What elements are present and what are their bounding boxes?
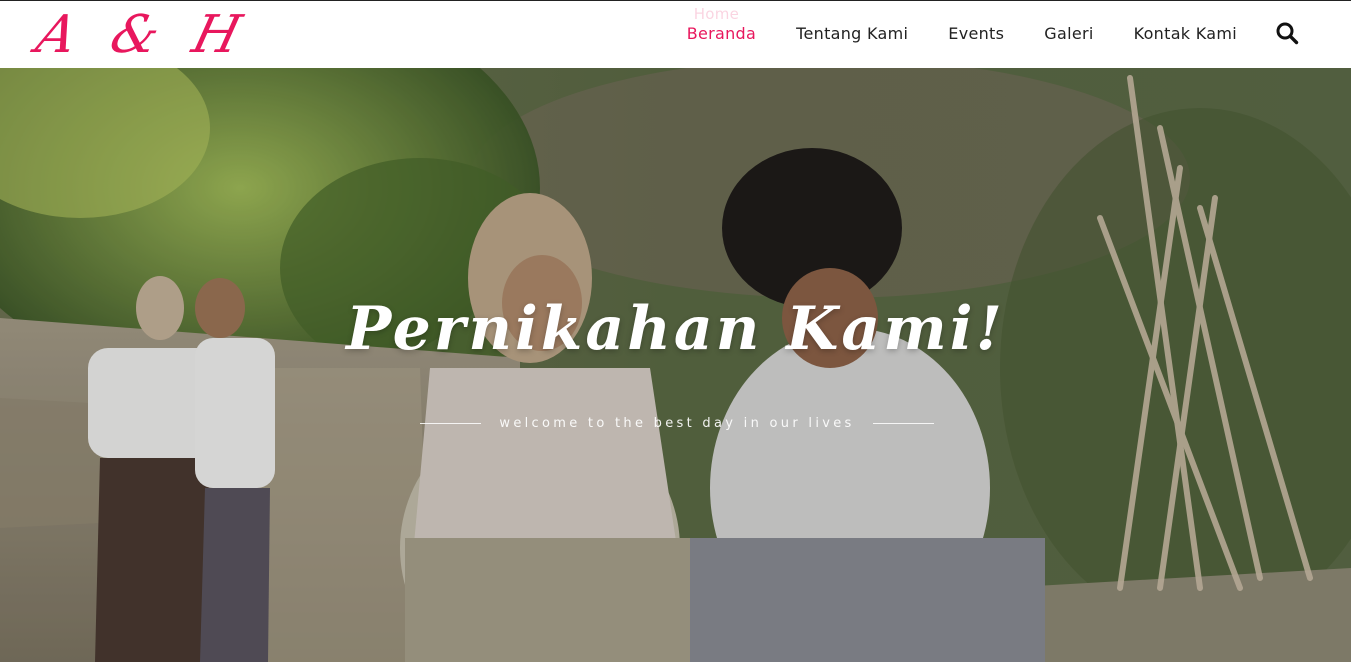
logo-ampersand: & xyxy=(104,5,168,65)
nav-hover-ghost-label: Home xyxy=(693,5,740,23)
logo-letter-h: H xyxy=(186,5,249,65)
main-nav: Home Beranda Tentang Kami Events Galeri … xyxy=(687,1,1237,67)
subtitle-divider-right xyxy=(872,423,935,424)
hero-subtitle-row: welcome to the best day in our lives xyxy=(420,416,935,431)
search-icon xyxy=(1276,22,1299,45)
site-logo[interactable]: A & H xyxy=(31,5,249,65)
nav-item-events[interactable]: Events xyxy=(948,1,1004,67)
nav-item-tentang-kami[interactable]: Tentang Kami xyxy=(796,1,908,67)
nav-item-galeri[interactable]: Galeri xyxy=(1044,1,1093,67)
search-button[interactable] xyxy=(1275,21,1299,45)
nav-label-events: Events xyxy=(948,24,1005,43)
nav-label-tentang-kami: Tentang Kami xyxy=(796,24,909,43)
logo-letter-a: A xyxy=(30,5,86,65)
nav-item-kontak-kami[interactable]: Kontak Kami xyxy=(1134,1,1237,67)
nav-label-kontak-kami: Kontak Kami xyxy=(1133,24,1237,43)
nav-label-galeri: Galeri xyxy=(1044,24,1094,43)
site-header: A & H Home Beranda Tentang Kami Events G… xyxy=(0,0,1351,68)
hero-background-photo xyxy=(0,68,1351,662)
nav-item-beranda[interactable]: Home Beranda xyxy=(687,1,756,67)
hero-subtitle: welcome to the best day in our lives xyxy=(499,416,855,431)
subtitle-divider-left xyxy=(420,423,482,424)
hero-title: Pernikahan Kami! xyxy=(346,294,1005,364)
hero-banner: Pernikahan Kami! welcome to the best day… xyxy=(0,68,1351,662)
